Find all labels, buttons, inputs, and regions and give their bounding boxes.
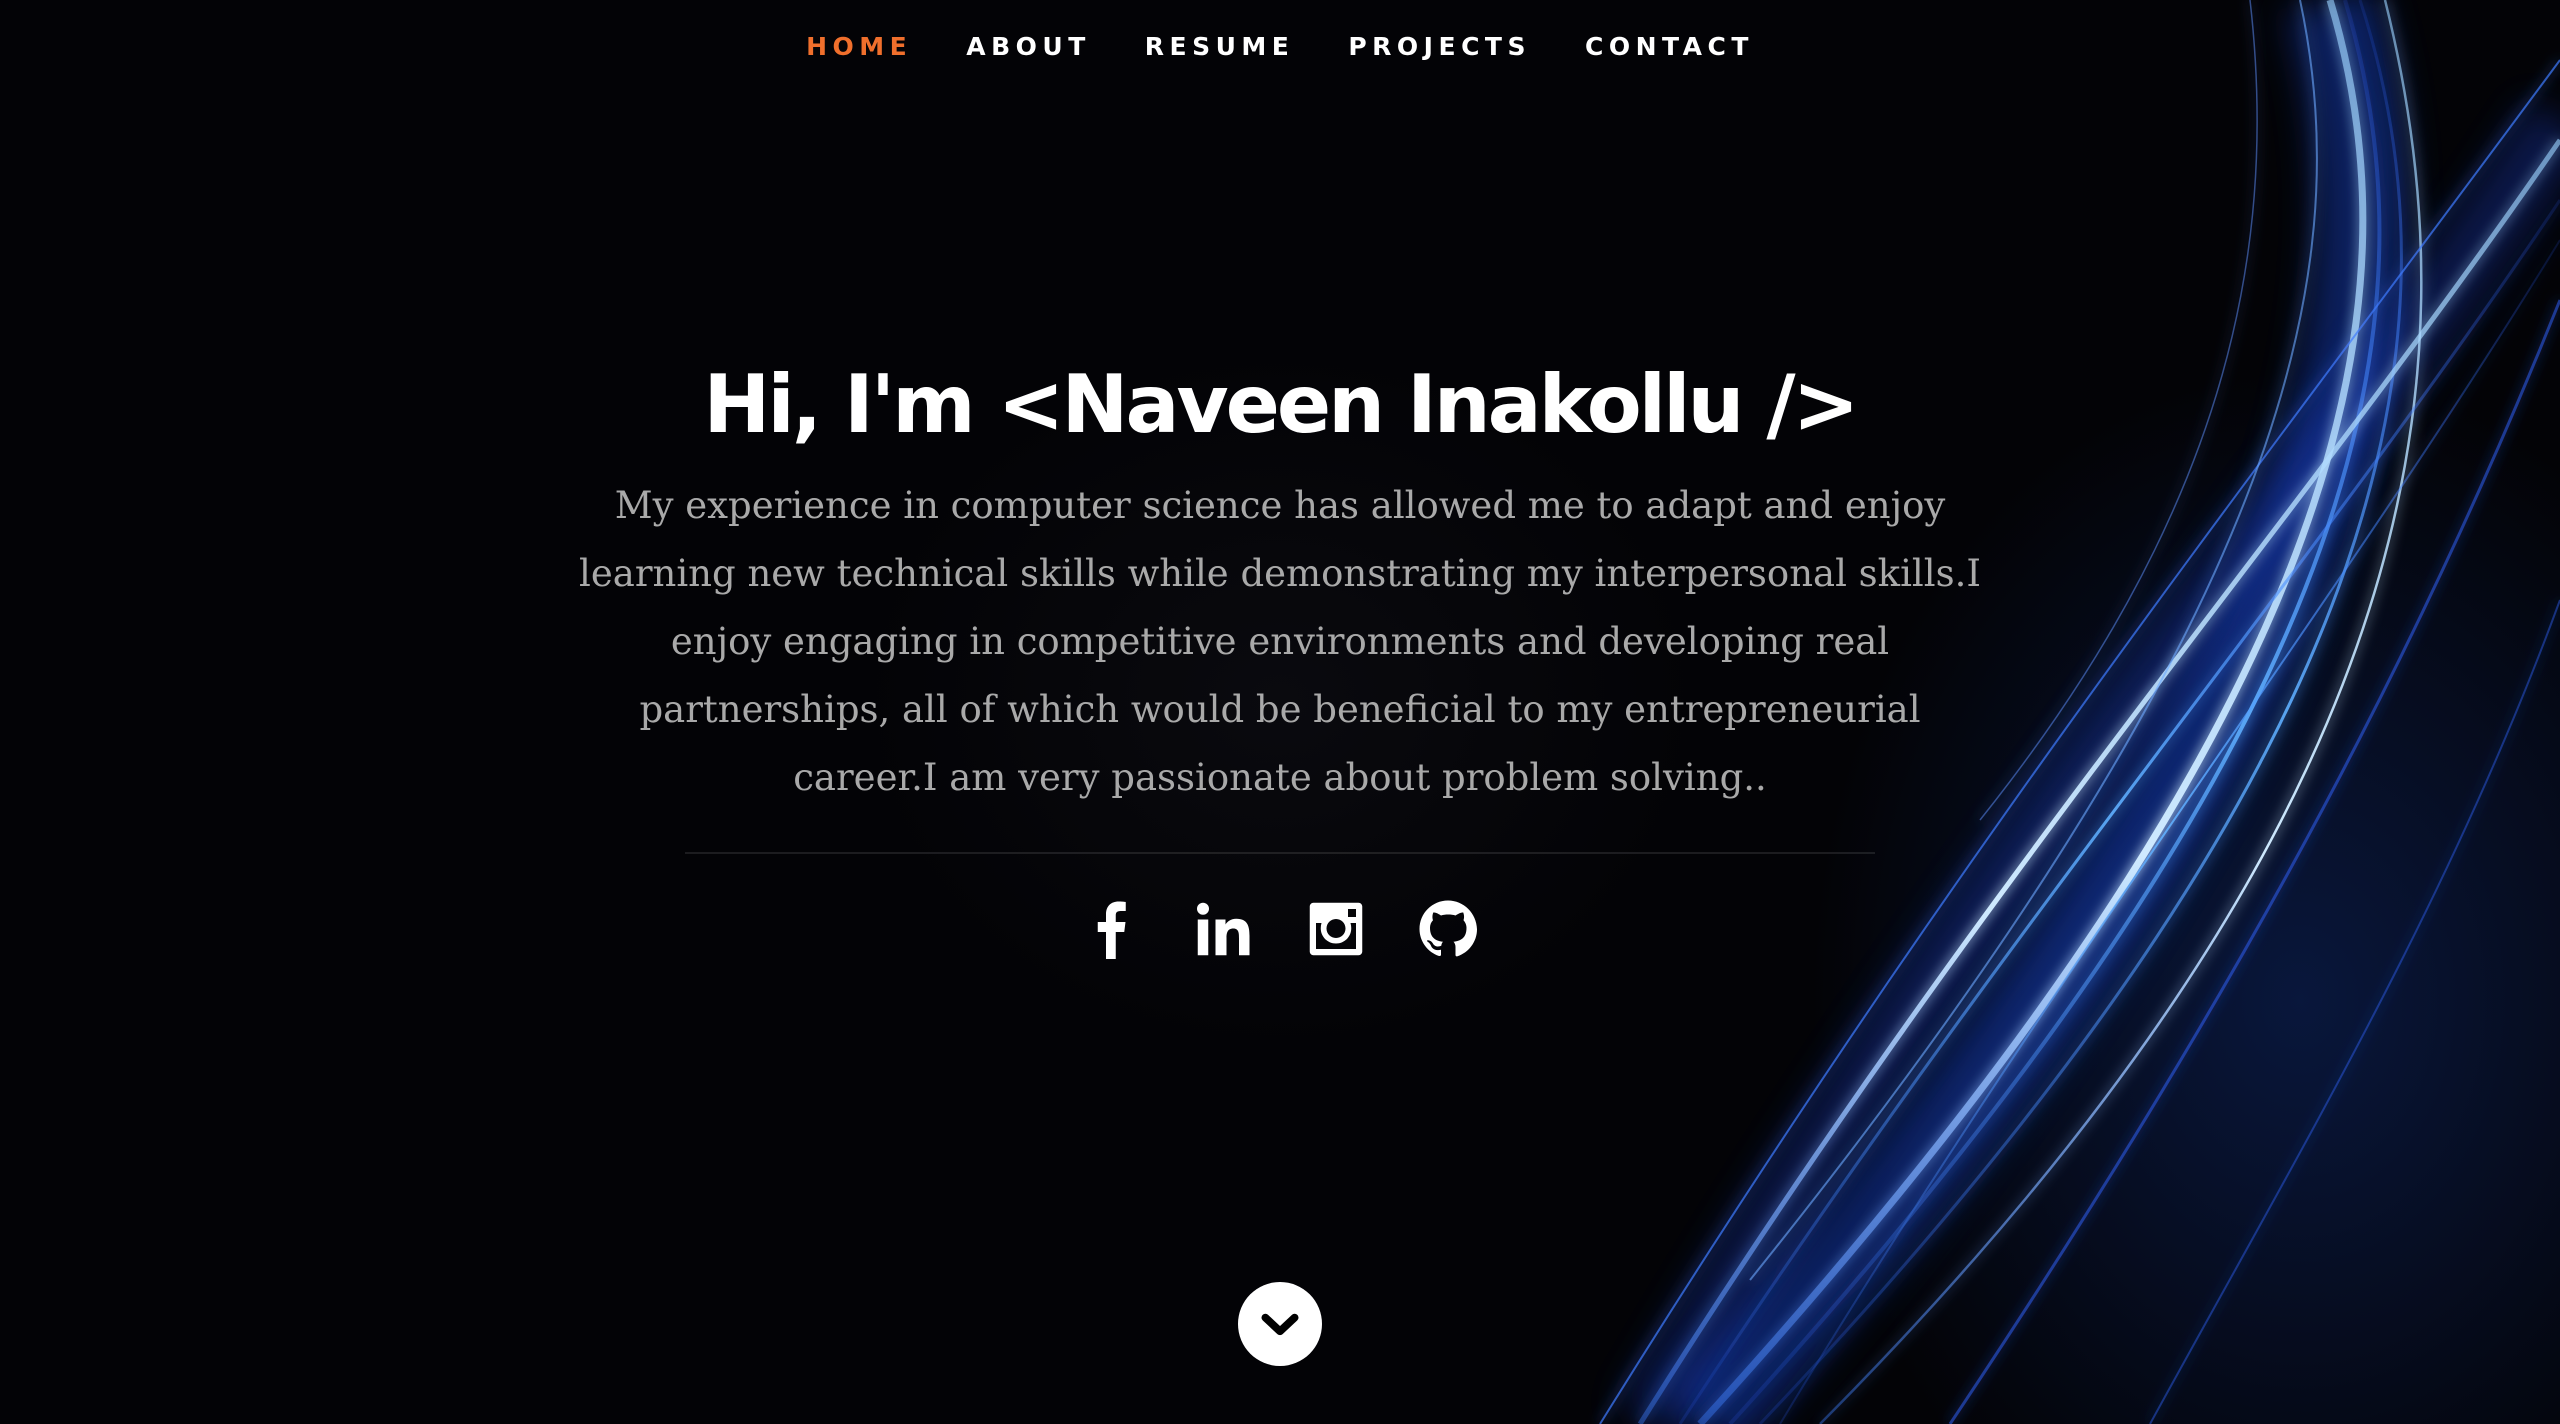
hero-section: HOME ABOUT RESUME PROJECTS CONTACT Hi, I… (0, 0, 2560, 1424)
github-icon (1419, 900, 1477, 957)
main-nav: HOME ABOUT RESUME PROJECTS CONTACT (0, 0, 2560, 92)
nav-item-resume[interactable]: RESUME (1145, 32, 1295, 61)
social-links (560, 898, 2000, 960)
instagram-icon (1309, 902, 1363, 956)
nav-item-home[interactable]: HOME (806, 32, 912, 61)
instagram-link[interactable] (1305, 898, 1367, 960)
divider (685, 852, 1875, 854)
intro-description: My experience in computer science has al… (579, 484, 1981, 799)
github-link[interactable] (1417, 898, 1479, 960)
linkedin-link[interactable] (1193, 898, 1255, 960)
scroll-down-button[interactable] (1238, 1282, 1322, 1366)
chevron-down-icon (1261, 1313, 1299, 1336)
page-title: Hi, I'm <Naveen Inakollu /> (703, 358, 1859, 451)
linkedin-icon (1197, 902, 1250, 956)
nav-item-contact[interactable]: CONTACT (1585, 32, 1754, 61)
nav-item-about[interactable]: ABOUT (966, 32, 1091, 61)
facebook-link[interactable] (1081, 898, 1143, 960)
facebook-icon (1097, 901, 1126, 959)
banner: Hi, I'm <Naveen Inakollu /> My experienc… (560, 350, 2000, 960)
nav-item-projects[interactable]: PROJECTS (1348, 32, 1531, 61)
